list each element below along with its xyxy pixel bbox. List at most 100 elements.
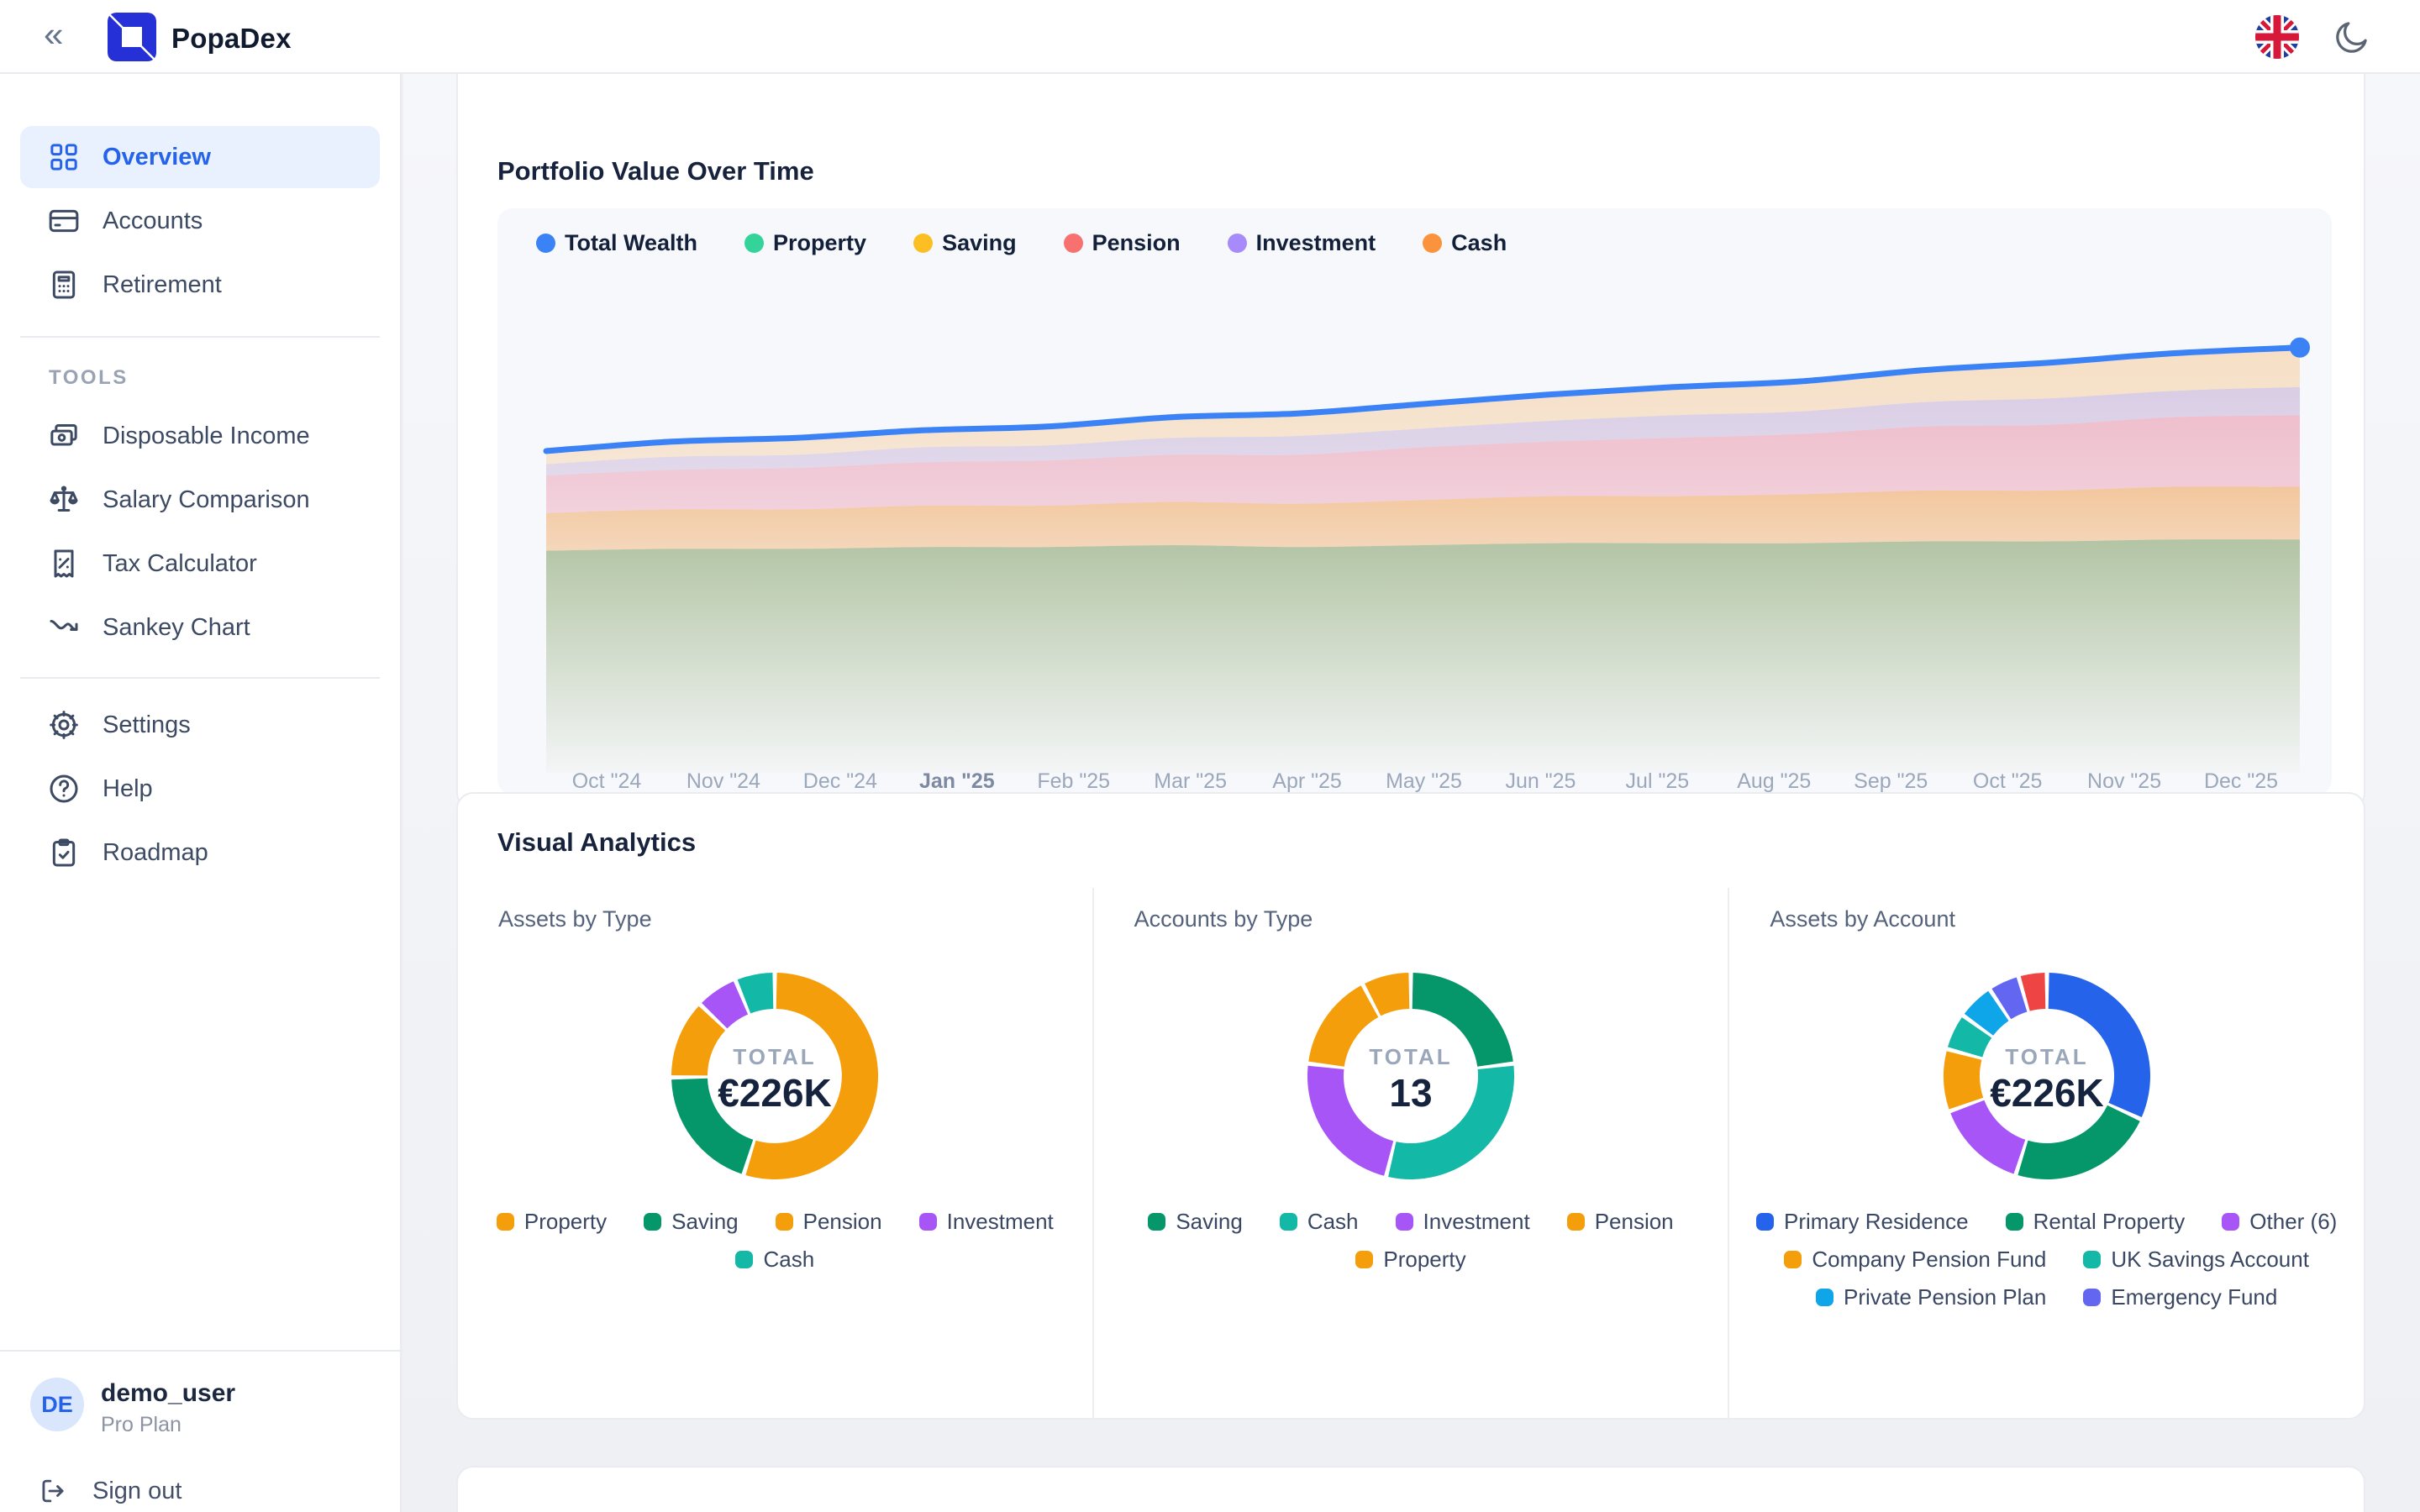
legend-label: Cash (763, 1247, 814, 1273)
sidebar-item-overview[interactable]: Overview (20, 126, 380, 188)
donut-legend-row: Cash (490, 1247, 1060, 1273)
sign-out-button[interactable]: Sign out (37, 1475, 182, 1507)
donut-total-label: TOTAL (1369, 1044, 1452, 1069)
legend-label: UK Savings Account (2111, 1247, 2309, 1273)
legend-swatch (644, 1213, 661, 1231)
brand-name: PopaDex (171, 23, 292, 55)
donut-legend-item-company-pension-fund[interactable]: Company Pension Fund (1784, 1247, 2046, 1273)
portfolio-chart-panel: Total WealthPropertySavingPensionInvestm… (497, 208, 2332, 795)
sign-out-label: Sign out (92, 1478, 182, 1505)
accounts-by-type-column: Accounts by Type TOTAL13 Saving Cash Inves… (1092, 888, 1728, 1421)
legend-label: Company Pension Fund (1812, 1247, 2046, 1273)
legend-label: Pension (1595, 1209, 1674, 1235)
top-header: « PopaDex (0, 0, 2420, 74)
sidebar-item-label: Accounts (103, 207, 203, 235)
sidebar-item-label: Sankey Chart (103, 614, 250, 642)
donut-legend-item-other-6-[interactable]: Other (6) (2222, 1209, 2337, 1235)
receipt-icon (47, 547, 81, 580)
sidebar-divider (0, 1350, 402, 1352)
x-axis-tick: Nov "25 (2087, 769, 2161, 793)
donut-legend-item-pension[interactable]: Pension (1567, 1209, 1674, 1235)
assets-by-type-legend: Property Saving Pension Investment Cash (490, 1209, 1060, 1273)
sidebar-divider (20, 677, 380, 679)
legend-swatch (1567, 1213, 1585, 1231)
scale-icon (47, 483, 81, 517)
assets-by-type-donut[interactable]: TOTAL€226K (660, 962, 889, 1190)
app-root: « PopaDex (0, 0, 2420, 1512)
dark-mode-moon-icon[interactable] (2333, 18, 2371, 56)
legend-swatch (735, 1251, 753, 1268)
sidebar-item-help[interactable]: Help (20, 758, 380, 820)
user-plan-badge: Pro Plan (101, 1413, 182, 1437)
donut-total-label: TOTAL (734, 1044, 817, 1069)
sidebar-item-label: Disposable Income (103, 423, 310, 450)
main-content: Portfolio Value Over Time Total WealthPr… (403, 74, 2420, 1512)
assets-by-type-title: Assets by Type (498, 906, 652, 932)
donut-segment-rental-property[interactable] (2018, 1105, 2139, 1179)
clipboard-check-icon (47, 836, 81, 869)
historic-balance-card: Historic Balance Export CSV (456, 1466, 2365, 1512)
donut-legend-item-cash[interactable]: Cash (735, 1247, 814, 1273)
assets-by-account-legend: Primary ResidenceRental PropertyOther (6… (1761, 1209, 2332, 1310)
donut-legend-item-private-pension-plan[interactable]: Private Pension Plan (1816, 1284, 2046, 1310)
credit-card-icon (47, 204, 81, 238)
sidebar: OverviewAccountsRetirement TOOLS Disposa… (0, 74, 402, 1512)
legend-label: Pension (803, 1209, 882, 1235)
donut-legend-item-saving[interactable]: Saving (1148, 1209, 1243, 1235)
donut-legend-row: Primary ResidenceRental PropertyOther (6… (1761, 1209, 2332, 1235)
legend-label: Cash (1307, 1209, 1359, 1235)
legend-swatch (497, 1213, 514, 1231)
donut-legend-item-property[interactable]: Property (497, 1209, 607, 1235)
donut-legend-item-property[interactable]: Property (1355, 1247, 1465, 1273)
sidebar-item-sankey-chart[interactable]: Sankey Chart (20, 596, 380, 659)
sidebar-item-label: Retirement (103, 271, 222, 299)
donut-legend-item-pension[interactable]: Pension (776, 1209, 882, 1235)
donut-legend-item-saving[interactable]: Saving (644, 1209, 739, 1235)
sidebar-collapse-icon[interactable]: « (44, 17, 63, 52)
donut-legend-item-uk-savings-account[interactable]: UK Savings Account (2083, 1247, 2309, 1273)
donut-legend-item-cash[interactable]: Cash (1280, 1209, 1359, 1235)
donut-segment-company-pension-fund[interactable] (1944, 1051, 1983, 1109)
language-flag-icon[interactable] (2255, 15, 2299, 59)
donut-legend-item-investment[interactable]: Investment (919, 1209, 1054, 1235)
avatar[interactable]: DE (30, 1378, 84, 1431)
legend-label: Other (6) (2249, 1209, 2337, 1235)
donut-legend-row: Company Pension Fund UK Savings Account (1761, 1247, 2332, 1273)
sidebar-item-roadmap[interactable]: Roadmap (20, 822, 380, 884)
help-icon (47, 772, 81, 806)
donut-segment-investment[interactable] (1307, 1066, 1393, 1176)
donut-legend-item-emergency-fund[interactable]: Emergency Fund (2083, 1284, 2277, 1310)
legend-swatch (1280, 1213, 1297, 1231)
x-axis-tick: Aug "25 (1737, 769, 1811, 793)
sidebar-item-salary-comparison[interactable]: Salary Comparison (20, 469, 380, 531)
assets-by-type-column: Assets by Type TOTAL€226K Property Saving… (458, 888, 1092, 1421)
x-axis-tick: Oct "24 (572, 769, 642, 793)
donut-legend-item-primary-residence[interactable]: Primary Residence (1756, 1209, 1969, 1235)
donut-segment-pension[interactable] (1308, 985, 1378, 1066)
accounts-by-type-donut[interactable]: TOTAL13 (1297, 962, 1525, 1190)
portfolio-card: Portfolio Value Over Time Total WealthPr… (456, 74, 2365, 810)
sidebar-item-label: Help (103, 775, 153, 803)
x-axis-tick: Dec "24 (803, 769, 877, 793)
sidebar-item-settings[interactable]: Settings (20, 694, 380, 756)
sidebar-item-tax-calculator[interactable]: Tax Calculator (20, 533, 380, 595)
donut-legend-item-investment[interactable]: Investment (1396, 1209, 1530, 1235)
donut-legend-row: Property Saving Pension Investment (490, 1209, 1060, 1235)
sidebar-item-disposable-income[interactable]: Disposable Income (20, 405, 380, 467)
donut-legend-row: Private Pension Plan Emergency Fund (1761, 1284, 2332, 1310)
legend-swatch (2083, 1251, 2101, 1268)
legend-label: Saving (671, 1209, 739, 1235)
legend-label: Primary Residence (1784, 1209, 1969, 1235)
accounts-by-type-title: Accounts by Type (1134, 906, 1313, 932)
x-axis-tick: Sep "25 (1854, 769, 1928, 793)
portfolio-area-chart[interactable]: Oct "24Nov "24Dec "24Jan "25Feb "25Mar "… (497, 208, 2332, 795)
x-axis-tick: Apr "25 (1272, 769, 1342, 793)
assets-by-account-donut[interactable]: TOTAL€226K (1933, 962, 2161, 1190)
legend-label: Investment (1423, 1209, 1530, 1235)
assets-by-account-column: Assets by Account TOTAL€226K Primary Res… (1728, 888, 2364, 1421)
sidebar-item-accounts[interactable]: Accounts (20, 190, 380, 252)
donut-legend-item-rental-property[interactable]: Rental Property (2006, 1209, 2186, 1235)
calculator-icon (47, 268, 81, 302)
donut-total-value: €226K (1990, 1071, 2104, 1115)
sidebar-item-retirement[interactable]: Retirement (20, 254, 380, 316)
